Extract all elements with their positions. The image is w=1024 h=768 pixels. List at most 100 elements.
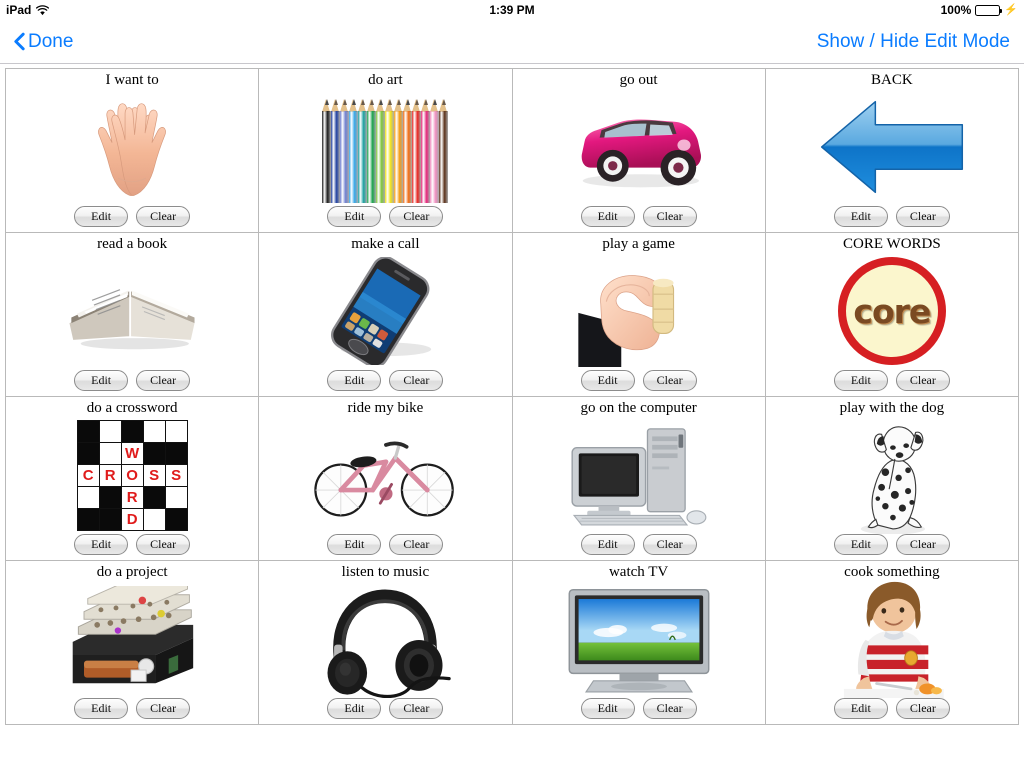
symbol-cell[interactable]: play a game Edit Clear (512, 233, 766, 397)
clear-button[interactable]: Clear (895, 206, 950, 227)
clear-button[interactable]: Clear (136, 698, 191, 719)
clear-button[interactable]: Clear (895, 698, 950, 719)
clear-button[interactable]: Clear (642, 534, 697, 555)
edit-button[interactable]: Edit (833, 206, 888, 227)
blue-left-arrow-image (766, 90, 1018, 206)
symbol-cell[interactable]: play with the dog Edit Clear (765, 397, 1019, 561)
clear-button[interactable]: Clear (642, 370, 697, 391)
cell-button-row: Edit Clear (327, 370, 444, 396)
crossword-cell-black (99, 486, 121, 508)
done-back-button[interactable]: Done (14, 31, 73, 53)
pencil (394, 91, 404, 203)
edit-button[interactable]: Edit (327, 370, 382, 391)
symbol-cell[interactable]: go on the computer Edit Clear (512, 397, 766, 561)
edit-button[interactable]: Edit (74, 370, 129, 391)
crossword-cell-black (165, 508, 187, 530)
pencil (376, 91, 386, 203)
cell-button-row: Edit Clear (327, 698, 444, 724)
pencil (340, 91, 350, 203)
crossword-cell-empty (165, 486, 187, 508)
cell-button-row: Edit Clear (74, 534, 191, 560)
pencil (421, 91, 431, 203)
crossword-cell-letter: O (121, 464, 143, 486)
symbol-cell[interactable]: CORE WORDS core Edit Clear (765, 233, 1019, 397)
symbol-cell[interactable]: read a book Edit Clear (6, 233, 260, 397)
done-label: Done (28, 30, 74, 52)
crossword-cell-black (165, 442, 187, 464)
colored-pencils-image (259, 90, 511, 206)
symbol-label: play with the dog (839, 400, 945, 416)
crossword-grid: WCROSSRD (76, 419, 188, 531)
clear-button[interactable]: Clear (136, 534, 191, 555)
symbol-cell[interactable]: do art Edit Clear (259, 69, 513, 233)
crossword-grid-image: WCROSSRD (6, 418, 258, 534)
symbol-cell[interactable]: do a project Edit Clear (6, 561, 260, 725)
edit-button[interactable]: Edit (580, 698, 635, 719)
smartphone-image (259, 254, 511, 370)
clear-button[interactable]: Clear (389, 534, 444, 555)
symbol-cell[interactable]: do a crossword W C R O S S R D Edit Clear (6, 397, 260, 561)
clear-button[interactable]: Clear (895, 370, 950, 391)
symbol-cell[interactable]: go out Edit Clear (512, 69, 766, 233)
pencil (358, 91, 368, 203)
symbol-cell[interactable]: watch TV Edit Clear (512, 561, 766, 725)
pencil (403, 91, 413, 203)
symbol-cell[interactable]: I want to Edit Clear (6, 69, 260, 233)
edit-button[interactable]: Edit (580, 370, 635, 391)
show-hide-edit-mode-button[interactable]: Show / Hide Edit Mode (817, 31, 1010, 53)
edit-button[interactable]: Edit (327, 206, 382, 227)
pencil (367, 91, 377, 203)
symbol-cell[interactable]: listen to music Edit Clear (259, 561, 513, 725)
clear-button[interactable]: Clear (389, 206, 444, 227)
edit-button[interactable]: Edit (74, 534, 129, 555)
edit-button[interactable]: Edit (74, 698, 129, 719)
cell-button-row: Edit Clear (833, 534, 950, 560)
crossword-cell-letter: S (143, 464, 165, 486)
clear-button[interactable]: Clear (642, 206, 697, 227)
flat-screen-tv-image (513, 582, 765, 698)
crossword-cell-letter: W (121, 442, 143, 464)
symbol-grid: I want to Edit Clear do art Edit Clear go out… (5, 68, 1019, 725)
crossword-cell-letter: R (99, 464, 121, 486)
edit-button[interactable]: Edit (580, 206, 635, 227)
clear-button[interactable]: Clear (895, 534, 950, 555)
edit-button[interactable]: Edit (580, 534, 635, 555)
person-cooking-image (766, 581, 1018, 698)
crossword-cell-letter: D (121, 508, 143, 530)
edit-button[interactable]: Edit (74, 206, 129, 227)
symbol-label: go out (619, 72, 658, 88)
symbol-label: do a crossword (86, 400, 178, 416)
cell-button-row: Edit Clear (74, 206, 191, 232)
device-name: iPad (6, 3, 32, 17)
pencil (331, 91, 341, 203)
clear-button[interactable]: Clear (136, 370, 191, 391)
status-right: 100% ⚡ (941, 3, 1018, 17)
clear-button[interactable]: Clear (642, 698, 697, 719)
crossword-cell-letter: S (165, 464, 187, 486)
symbol-cell[interactable]: ride my bike Edit Clear (259, 397, 513, 561)
crossword-cell-black (143, 486, 165, 508)
crossword-cell-empty (99, 420, 121, 442)
symbol-label: CORE WORDS (843, 236, 941, 252)
core-label: core (853, 291, 931, 331)
clear-button[interactable]: Clear (136, 206, 191, 227)
symbol-label: go on the computer (580, 400, 697, 416)
crossword-cell-empty (143, 508, 165, 530)
crossword-cell-empty (77, 486, 99, 508)
clear-button[interactable]: Clear (389, 370, 444, 391)
symbol-cell[interactable]: make a call Edit Clear (259, 233, 513, 397)
crossword-cell-black (77, 420, 99, 442)
symbol-cell[interactable]: cook something Edit Clear (765, 561, 1019, 725)
crossword-cell-black (77, 442, 99, 464)
symbol-cell[interactable]: BACK Edit Clear (765, 69, 1019, 233)
toolbox-image (6, 582, 258, 698)
edit-button[interactable]: Edit (833, 370, 888, 391)
cell-button-row: Edit Clear (580, 534, 697, 560)
navigation-bar: Done Show / Hide Edit Mode (0, 20, 1024, 64)
edit-button[interactable]: Edit (327, 698, 382, 719)
edit-button[interactable]: Edit (833, 698, 888, 719)
cell-button-row: Edit Clear (74, 370, 191, 396)
clear-button[interactable]: Clear (389, 698, 444, 719)
edit-button[interactable]: Edit (327, 534, 382, 555)
edit-button[interactable]: Edit (833, 534, 888, 555)
